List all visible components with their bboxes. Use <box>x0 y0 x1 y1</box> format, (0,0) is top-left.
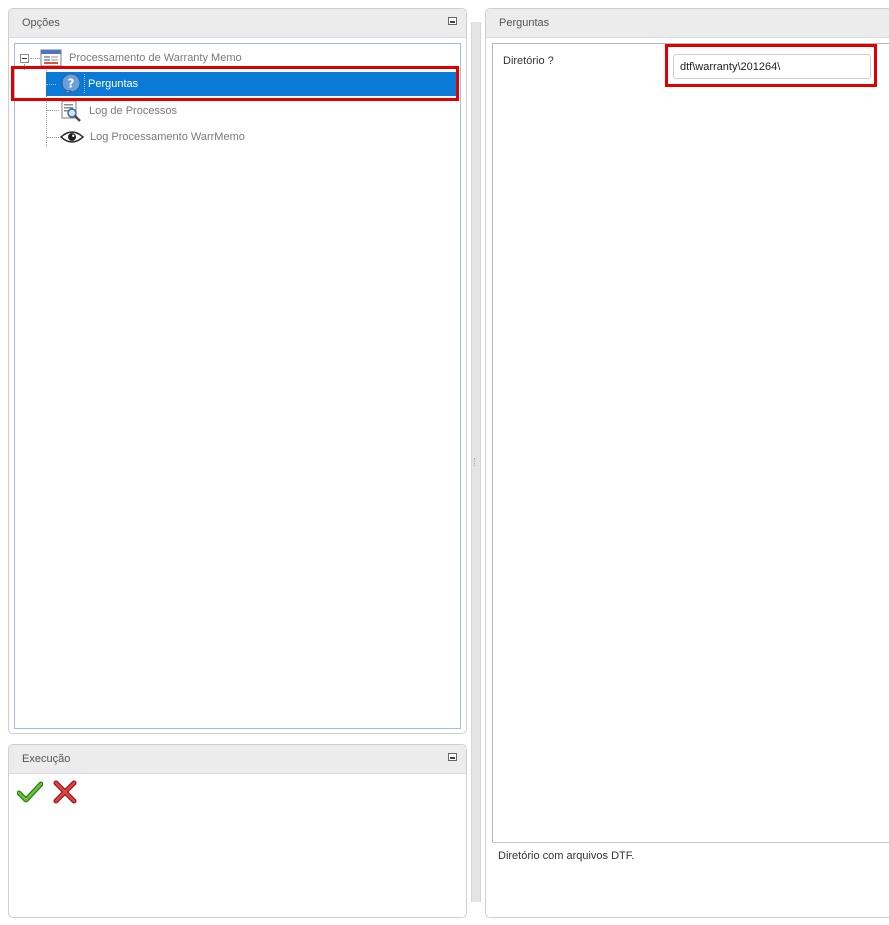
tree-connector <box>30 58 40 59</box>
panel-splitter[interactable] <box>471 22 481 902</box>
tree-node-root-label: Processamento de Warranty Memo <box>69 52 242 64</box>
red-x-icon[interactable] <box>53 780 77 804</box>
help-divider <box>492 842 889 843</box>
execution-panel-header: Execução <box>9 745 466 774</box>
tree-node-perguntas-label: Perguntas <box>88 78 139 90</box>
tree-connector <box>46 84 56 85</box>
directory-input[interactable] <box>673 54 871 79</box>
tree-node-log-processos[interactable]: Log de Processos <box>60 100 177 122</box>
questions-panel-header: Perguntas <box>486 9 889 38</box>
options-panel: Opções Processamento de Warranty Memo ? … <box>8 8 467 734</box>
green-check-icon[interactable] <box>17 781 43 803</box>
execution-minimize-button[interactable] <box>448 753 457 761</box>
document-magnifier-icon <box>61 100 81 122</box>
options-panel-title: Opções <box>22 17 60 29</box>
questions-panel: Perguntas Diretório ? Diretório com arqu… <box>485 8 889 918</box>
window-form-icon <box>40 49 62 67</box>
tree-node-perguntas[interactable]: ? Perguntas <box>46 72 456 96</box>
tree-connector <box>47 110 59 111</box>
tree-connector <box>47 137 59 138</box>
svg-text:?: ? <box>68 77 75 91</box>
selection-focus-line <box>84 74 85 93</box>
questions-panel-title: Perguntas <box>499 17 550 29</box>
tree-node-log-processos-label: Log de Processos <box>89 105 178 117</box>
tree-connector <box>24 64 25 70</box>
options-panel-header: Opções <box>9 9 466 38</box>
questions-form: Diretório ? <box>492 43 889 843</box>
question-bubble-icon: ? <box>61 73 81 95</box>
tree-collapse-toggle[interactable] <box>20 54 29 63</box>
execution-panel: Execução <box>8 744 467 918</box>
tree-node-log-warrmemo-label: Log Processamento WarrMemo <box>90 131 245 143</box>
tree-node-root[interactable]: Processamento de Warranty Memo <box>40 47 242 69</box>
tree-node-log-warrmemo[interactable]: Log Processamento WarrMemo <box>60 126 245 148</box>
help-text: Diretório com arquivos DTF. <box>498 850 635 862</box>
execution-panel-title: Execução <box>22 753 71 765</box>
options-minimize-button[interactable] <box>448 17 457 25</box>
eye-icon <box>60 131 84 143</box>
directory-field-label: Diretório ? <box>503 55 554 67</box>
options-tree: Processamento de Warranty Memo ? Pergunt… <box>14 43 461 729</box>
